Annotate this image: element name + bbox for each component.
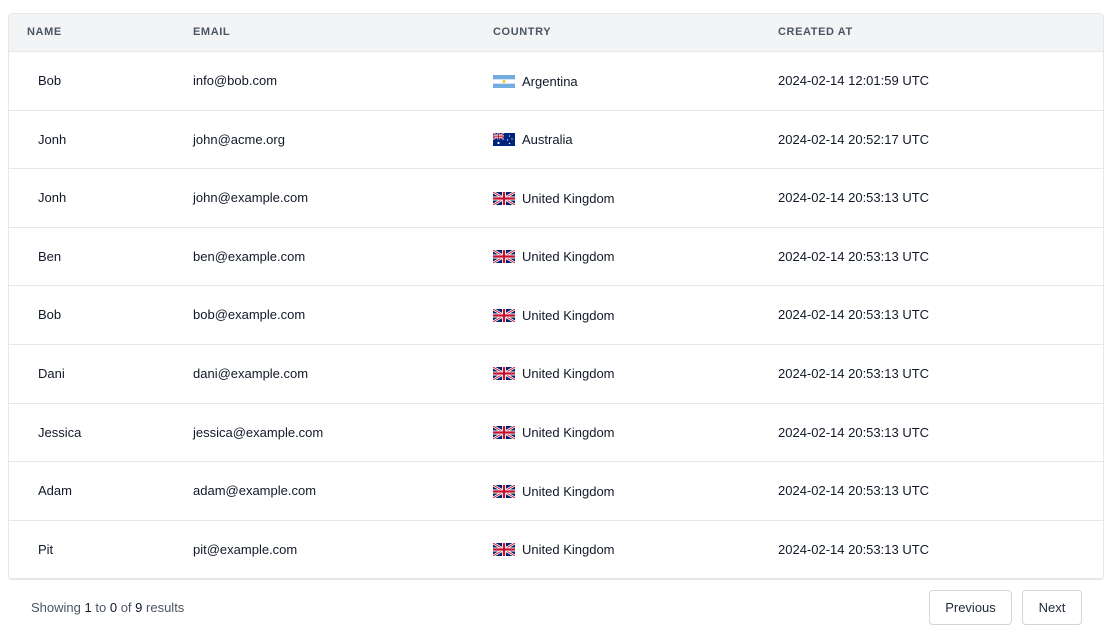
cell-name: Pit	[38, 541, 54, 557]
table-row[interactable]: Jessica jessica@example.com United Kingdom…	[9, 404, 1103, 463]
results-label: results	[146, 600, 185, 615]
uk-flag-icon	[493, 484, 515, 498]
next-button[interactable]: Next	[1022, 590, 1082, 625]
column-header-name[interactable]: NAME	[27, 14, 62, 51]
total-results: 9	[135, 600, 143, 615]
country-label: United Kingdom	[522, 483, 615, 499]
cell-name: Jessica	[38, 424, 82, 440]
cell-email: john@example.com	[193, 190, 309, 206]
uk-flag-icon	[493, 250, 515, 264]
column-header-email[interactable]: EMAIL	[193, 14, 230, 51]
cell-created-at: 2024-02-14 12:01:59 UTC	[778, 73, 930, 88]
cell-email: adam@example.com	[193, 483, 317, 499]
cell-email: ben@example.com	[193, 248, 306, 264]
uk-flag-icon	[493, 367, 515, 381]
previous-button[interactable]: Previous	[929, 590, 1012, 625]
country-label: United Kingdom	[522, 366, 615, 382]
uk-flag-icon	[493, 191, 515, 205]
table-header: NAME EMAIL COUNTRY CREATED AT	[9, 14, 1103, 52]
cell-created-at: 2024-02-14 20:53:13 UTC	[778, 365, 930, 381]
cell-country: United Kingdom	[493, 228, 615, 286]
table-row[interactable]: Pit pit@example.com United Kingdom 2024-02-…	[9, 521, 1103, 579]
cell-created-at: 2024-02-14 20:53:13 UTC	[778, 541, 930, 557]
cell-country: United Kingdom	[493, 462, 615, 520]
australia-flag-icon	[493, 133, 515, 147]
cell-country: Australia	[493, 111, 573, 169]
table-row[interactable]: Jonh john@example.com United Kingdom 2024-0…	[9, 169, 1103, 228]
column-header-created-at[interactable]: CREATED AT	[778, 14, 853, 51]
argentina-flag-icon	[493, 74, 515, 88]
range-to: 0	[109, 600, 118, 615]
cell-name: Dani	[38, 365, 65, 381]
cell-name: Jonh	[38, 190, 67, 206]
pagination-bar: Showing 1 to 0 of 9 results Previous Nex…	[8, 580, 1104, 640]
country-label: United Kingdom	[522, 542, 615, 558]
cell-country: United Kingdom	[493, 169, 615, 227]
country-label: United Kingdom	[522, 425, 615, 441]
cell-email: info@bob.com	[193, 73, 278, 88]
cell-country: United Kingdom	[493, 345, 615, 403]
cell-email: dani@example.com	[193, 365, 309, 381]
users-table: NAME EMAIL COUNTRY CREATED AT Bob info@bo…	[8, 13, 1104, 580]
cell-name: Bob	[38, 73, 62, 88]
cell-created-at: 2024-02-14 20:52:17 UTC	[778, 131, 930, 147]
cell-country: United Kingdom	[493, 286, 615, 344]
table-row[interactable]: Bob info@bob.com Argentina 2024-02-14 12:01…	[9, 52, 1103, 111]
cell-country: United Kingdom	[493, 404, 615, 462]
table-row[interactable]: Adam adam@example.com United Kingdom 2024-0…	[9, 462, 1103, 521]
table-row[interactable]: Bob bob@example.com United Kingdom 2024-02-…	[9, 286, 1103, 345]
cell-created-at: 2024-02-14 20:53:13 UTC	[778, 483, 930, 499]
country-label: Australia	[522, 132, 573, 148]
cell-country: Argentina	[493, 52, 578, 110]
cell-email: jessica@example.com	[193, 424, 324, 440]
showing-label: Showing	[31, 600, 81, 615]
cell-name: Bob	[38, 307, 62, 323]
table-row[interactable]: Jonh john@acme.org Australia 2024-02-14 20:…	[9, 111, 1103, 170]
cell-created-at: 2024-02-14 20:53:13 UTC	[778, 307, 930, 323]
table-row[interactable]: Dani dani@example.com United Kingdom 2024-0…	[9, 345, 1103, 404]
cell-email: john@acme.org	[193, 131, 285, 147]
country-label: Argentina	[522, 73, 578, 89]
cell-name: Ben	[38, 248, 62, 264]
table-body: Bob info@bob.com Argentina 2024-02-14 12:01…	[9, 52, 1103, 579]
uk-flag-icon	[493, 308, 515, 322]
range-from: 1	[84, 600, 92, 615]
country-label: United Kingdom	[522, 249, 615, 265]
results-summary: Showing 1 to 0 of 9 results	[31, 600, 184, 615]
cell-name: Adam	[38, 483, 72, 499]
of-label: of	[120, 600, 132, 615]
uk-flag-icon	[493, 543, 515, 557]
cell-created-at: 2024-02-14 20:53:13 UTC	[778, 190, 930, 206]
cell-created-at: 2024-02-14 20:53:13 UTC	[778, 248, 930, 264]
country-label: United Kingdom	[522, 190, 615, 206]
cell-name: Jonh	[38, 131, 67, 147]
uk-flag-icon	[493, 426, 515, 440]
column-header-country[interactable]: COUNTRY	[493, 14, 551, 51]
cell-country: United Kingdom	[493, 521, 615, 579]
cell-email: bob@example.com	[193, 307, 306, 323]
cell-email: pit@example.com	[193, 541, 298, 557]
to-label: to	[95, 600, 107, 615]
cell-created-at: 2024-02-14 20:53:13 UTC	[778, 424, 930, 440]
table-row[interactable]: Ben ben@example.com United Kingdom 2024-02-…	[9, 228, 1103, 287]
country-label: United Kingdom	[522, 307, 615, 323]
